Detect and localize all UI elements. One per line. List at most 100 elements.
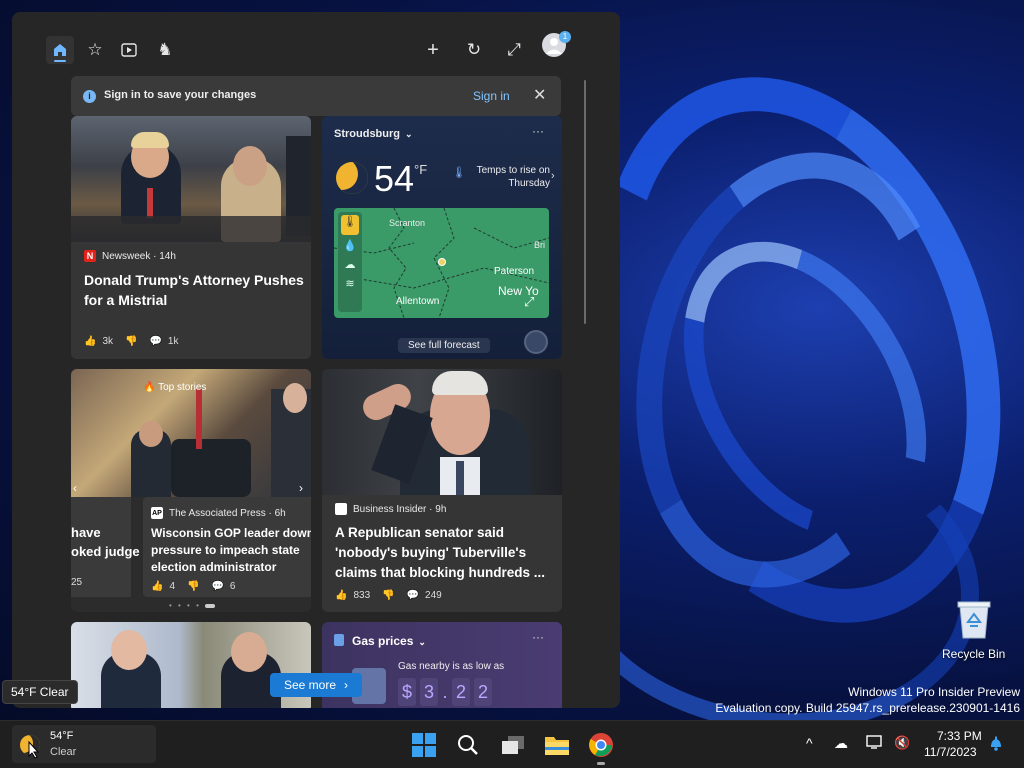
top-stories-card[interactable]: 🔥 Top stories ‹ › have oked judge 25 AP …: [71, 369, 311, 612]
news-headline[interactable]: Donald Trump's Attorney Pushes for a Mis…: [84, 270, 304, 310]
carousel-peek-card[interactable]: have oked judge 25: [71, 497, 140, 597]
carousel-main-card[interactable]: AP The Associated Press · 6h Wisconsin G…: [143, 497, 311, 597]
mouse-cursor: [28, 740, 40, 764]
cloud-layer-icon[interactable]: ☁: [338, 258, 362, 271]
recycle-bin-label[interactable]: Recycle Bin: [942, 647, 1005, 661]
task-view-icon[interactable]: [500, 733, 526, 762]
temperature-layer-icon[interactable]: 🌡: [341, 215, 359, 235]
signin-link[interactable]: Sign in: [473, 89, 510, 103]
comment-icon[interactable]: 💬: [149, 336, 161, 347]
weather-map[interactable]: Scranton Bri Paterson New Yo Allentown 🌡…: [334, 208, 549, 318]
carousel-prev-icon[interactable]: ‹: [73, 481, 77, 495]
expand-icon[interactable]: ⤢: [500, 36, 528, 64]
windows-start-icon[interactable]: [412, 733, 436, 757]
news-reactions: 👍 833 👎 💬 249: [335, 590, 448, 601]
wind-layer-icon[interactable]: ≋: [338, 277, 362, 290]
volume-muted-icon[interactable]: 🔇: [894, 735, 910, 751]
clock-time[interactable]: 7:33 PM: [937, 729, 982, 743]
comment-count: 6: [229, 581, 236, 592]
moon-icon: [336, 162, 368, 194]
weather-tooltip: 54°F Clear: [2, 680, 78, 704]
like-icon[interactable]: 👍: [335, 590, 347, 601]
map-layer-toolbar: 🌡 💧 ☁ ≋: [338, 212, 362, 312]
location-pin-icon: [438, 258, 446, 266]
news-card-senator[interactable]: Business Insider · 9h A Republican senat…: [322, 369, 562, 612]
location-label[interactable]: Stroudsburg ⌄: [334, 128, 413, 140]
peek-headline-2: oked judge: [71, 544, 140, 559]
watermark-line-2: Evaluation copy. Build 25947.rs_prerelea…: [715, 701, 1020, 715]
widgets-panel: ☆ ♞ + ↻ ⤢ 1 i Sign in to save your chang…: [12, 12, 620, 708]
comment-icon[interactable]: 💬: [211, 581, 223, 592]
map-label: Paterson: [494, 266, 535, 277]
news-headline[interactable]: A Republican senator said 'nobody's buyi…: [335, 523, 555, 583]
signin-bar: i Sign in to save your changes Sign in ✕: [71, 76, 561, 116]
see-full-forecast-button[interactable]: See full forecast: [398, 338, 490, 353]
like-icon[interactable]: 👍: [151, 581, 163, 592]
gas-title[interactable]: Gas prices ⌄: [352, 634, 426, 648]
chess-icon[interactable]: ♞: [151, 36, 179, 64]
dislike-icon[interactable]: 👎: [125, 336, 137, 347]
clock-date[interactable]: 11/7/2023: [924, 745, 977, 759]
peek-headline-1: have: [71, 525, 101, 540]
chevron-right-icon[interactable]: ›: [551, 170, 555, 182]
peek-reactions: 25: [71, 577, 83, 588]
comment-icon[interactable]: 💬: [407, 590, 419, 601]
precipitation-layer-icon[interactable]: 💧: [338, 239, 362, 252]
taskbar: 54°F Clear ^ ☁ 🔇 7:33 PM 11/7/2023: [0, 720, 1024, 768]
expand-map-icon[interactable]: ⤢: [524, 294, 534, 310]
news-card-trump[interactable]: N Newsweek · 14h Donald Trump's Attorney…: [71, 116, 311, 359]
chrome-icon[interactable]: [588, 732, 614, 763]
carousel-next-icon[interactable]: ›: [299, 481, 303, 495]
file-explorer-icon[interactable]: [544, 733, 570, 762]
chrome-running-indicator: [597, 762, 605, 765]
source-label: Newsweek · 14h: [102, 250, 176, 262]
dislike-icon[interactable]: 👎: [187, 581, 199, 592]
profile-badge: 1: [559, 31, 571, 43]
dislike-icon[interactable]: 👎: [382, 590, 394, 601]
weather-card[interactable]: Stroudsburg ⌄ ··· 54 °F 🌡 Temps to rise o…: [322, 116, 562, 359]
weather-unit: °F: [414, 162, 428, 177]
gas-price-display: $ 3 . 2 2: [398, 678, 492, 706]
network-icon[interactable]: [866, 734, 884, 753]
chevron-right-icon: ›: [344, 678, 349, 692]
source-label: Business Insider · 9h: [353, 503, 447, 515]
more-options-icon[interactable]: ···: [532, 124, 544, 138]
news-image: [322, 369, 562, 495]
panel-scrollbar[interactable]: [584, 80, 586, 324]
home-tab-indicator: [54, 60, 66, 62]
like-count: 833: [353, 590, 371, 601]
close-icon[interactable]: ✕: [533, 85, 546, 105]
news-source: AP The Associated Press · 6h: [151, 507, 286, 519]
weather-temp: 54: [374, 158, 415, 199]
source-label: The Associated Press · 6h: [169, 507, 286, 519]
refresh-icon[interactable]: ↻: [460, 36, 488, 64]
star-add-icon[interactable]: ☆: [81, 36, 109, 64]
news-source: N Newsweek · 14h: [84, 250, 176, 262]
play-icon[interactable]: [115, 36, 143, 64]
onedrive-icon[interactable]: ☁: [834, 735, 848, 752]
map-label: Scranton: [389, 218, 426, 228]
carousel-dots[interactable]: • • • •: [169, 601, 216, 610]
info-icon: i: [83, 90, 96, 103]
news-reactions: 👍 4 👎 💬 6: [151, 581, 241, 592]
taskbar-weather-cond: Clear: [50, 746, 77, 758]
show-hidden-icons-icon[interactable]: ^: [806, 735, 813, 751]
map-label: Bri: [534, 240, 545, 250]
search-icon[interactable]: [456, 733, 480, 762]
more-options-icon[interactable]: ···: [532, 630, 544, 644]
taskbar-weather-temp: 54°F: [50, 730, 74, 742]
weather-account-icon[interactable]: [524, 330, 548, 354]
news-headline[interactable]: Wisconsin GOP leader down pressure to im…: [151, 525, 311, 576]
like-count: 4: [169, 581, 176, 592]
plus-icon[interactable]: +: [419, 36, 447, 64]
signin-message: Sign in to save your changes: [104, 89, 257, 101]
notification-bell-icon[interactable]: [988, 735, 1004, 754]
recycle-bin-icon[interactable]: [954, 598, 994, 640]
newsweek-logo-icon: N: [84, 250, 96, 262]
weather-note[interactable]: Temps to rise on Thursday: [462, 164, 550, 190]
business-insider-logo-icon: [335, 503, 347, 515]
see-more-button[interactable]: See more ›: [270, 673, 362, 697]
comment-count: 249: [425, 590, 442, 601]
like-icon[interactable]: 👍: [84, 336, 96, 347]
news-reactions: 👍 3k 👎 💬 1k: [84, 336, 184, 347]
